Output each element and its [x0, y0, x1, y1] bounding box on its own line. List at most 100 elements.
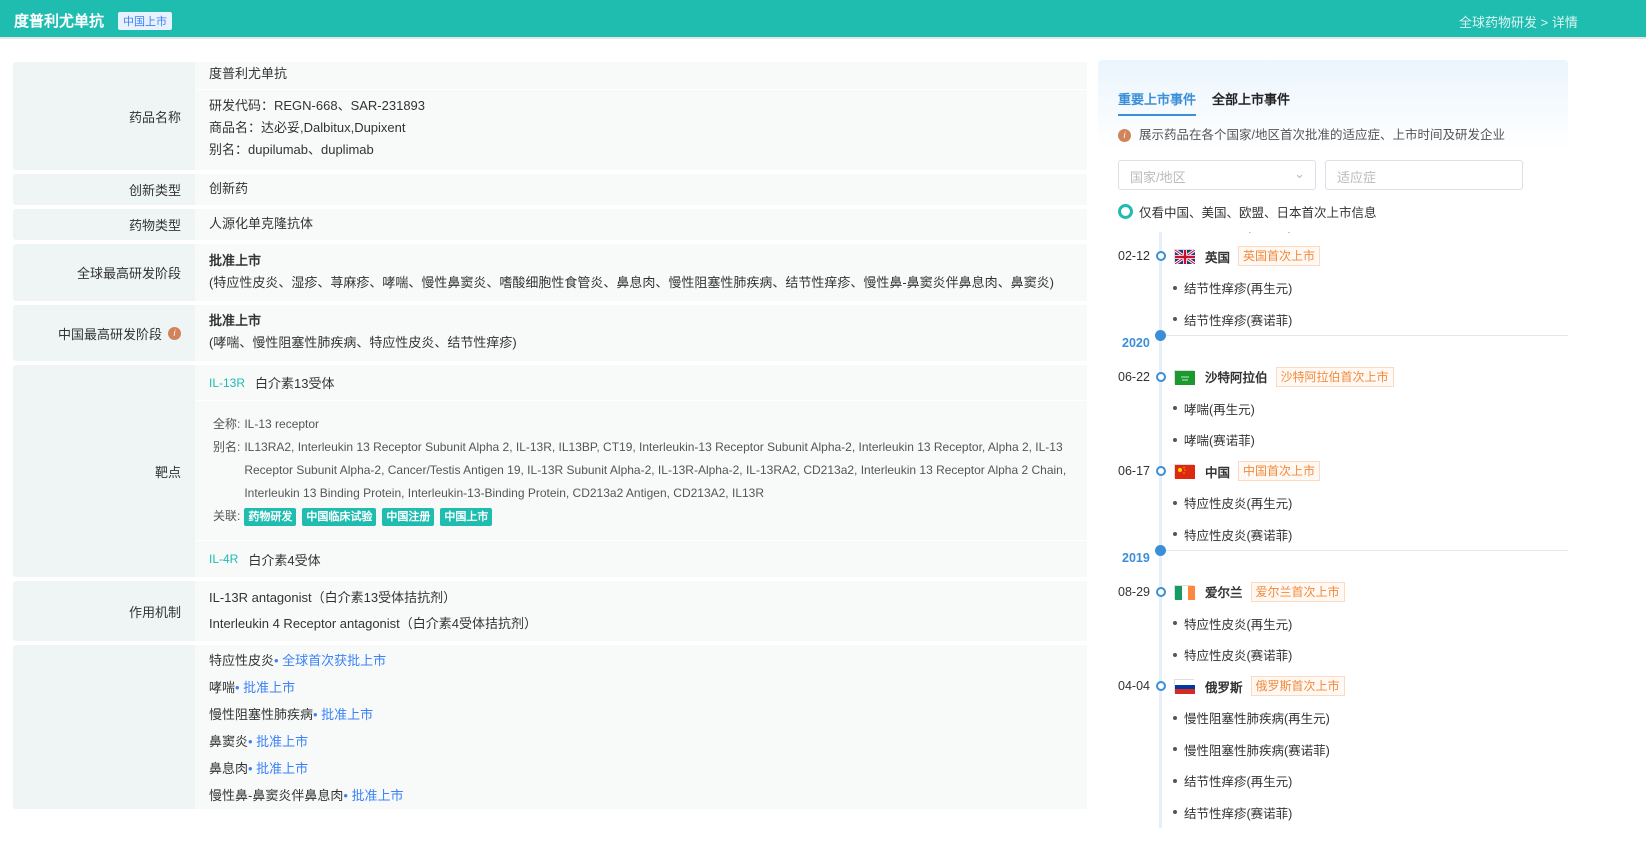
row-label: 中国最高研发阶段 i [13, 305, 195, 361]
breadcrumb[interactable]: 全球药物研发 > 详情 [1459, 12, 1578, 31]
timeline-indication: 哮喘(再生元) [1098, 393, 1568, 425]
timeline-dot-icon [1156, 586, 1166, 597]
panel-hint: i 展示药品在各个国家/地区首次批准的适应症、上市时间及研发企业 [1118, 124, 1505, 143]
year-label: 2019 [1122, 551, 1150, 565]
event-date: 06-17 [1118, 464, 1150, 479]
chevron-down-icon: ⌄ [1294, 166, 1305, 181]
country-select[interactable]: 国家/地区 ⌄ [1118, 160, 1316, 190]
indication-name: 哮喘 [209, 680, 236, 695]
row-drug-type: 药物类型 人源化单克隆抗体 [13, 209, 1087, 240]
row-label: 药物类型 [13, 209, 195, 240]
indication-item: 特应性皮炎• 全球首次获批上市 [209, 647, 1087, 674]
timeline-indication: 特应性皮炎(再生元) [1098, 487, 1568, 519]
divider [1164, 335, 1568, 336]
target-il4r: IL-4R 白介素4受体 [195, 541, 1087, 577]
target-detail: 全称: IL-13 receptor 别名: IL13RA2, Interleuki… [195, 401, 1087, 541]
top-header: 度普利尤单抗 中国上市 全球药物研发 > 详情 [0, 0, 1646, 39]
timeline[interactable]: 结节性痒疹(赛诺菲)02-12英国英国首次上市结节性痒疹(再生元)结节性痒疹(赛… [1098, 232, 1568, 844]
alias-value: IL13RA2, Interleukin 13 Receptor Subunit… [244, 440, 1067, 500]
target-code-link[interactable]: IL-4R [209, 552, 238, 566]
indication-item: 哮喘• 批准上市 [209, 674, 1087, 701]
indication-input[interactable]: 适应症 [1325, 160, 1523, 190]
ie-flag-icon [1174, 584, 1195, 600]
target-il13r: IL-13R 白介素13受体 [195, 365, 1087, 401]
target-code-link[interactable]: IL-13R [209, 376, 245, 390]
related-tag[interactable]: 中国临床试验 [302, 508, 377, 526]
first-launch-tag: 沙特阿拉伯首次上市 [1275, 366, 1394, 387]
cn-flag-icon [1174, 464, 1195, 480]
row-target: 靶点 IL-13R 白介素13受体 全称: IL-13 receptor 别名: I… [13, 365, 1087, 577]
first-launch-tag: 中国首次上市 [1238, 461, 1321, 482]
china-stage-detail: (哮喘、慢性阻塞性肺疾病、特应性皮炎、结节性痒疹) [209, 335, 517, 350]
toggle-label: 仅看中国、美国、欧盟、日本首次上市信息 [1139, 206, 1377, 220]
row-label: 创新类型 [13, 174, 195, 205]
timeline-dot-icon [1156, 681, 1166, 692]
timeline-dot-icon [1156, 466, 1166, 477]
label-text: 中国最高研发阶段 [57, 326, 162, 342]
timeline-indication: 慢性阻塞性肺疾病(再生元) [1098, 702, 1568, 734]
indication-name: 特应性皮炎 [209, 653, 275, 668]
timeline-event[interactable]: 06-17 中国 中国首次上市 [1098, 456, 1568, 488]
tab-key-events[interactable]: 重要上市事件 [1118, 89, 1197, 116]
country-label: 英国 [1205, 250, 1231, 265]
drug-title: 度普利尤单抗 [14, 13, 105, 30]
timeline-event[interactable]: 02-12 英国 英国首次上市 [1098, 241, 1568, 273]
innovation-value: 创新药 [195, 174, 1087, 205]
timeline-indication: 慢性阻塞性肺疾病(赛诺菲) [1098, 734, 1568, 766]
country-name: 爱尔兰 爱尔兰首次上市 [1205, 581, 1345, 602]
indication-status-link[interactable]: • 批准上市 [248, 761, 308, 776]
alias-key: 别名: [213, 440, 241, 454]
market-badge: 中国上市 [118, 12, 172, 30]
indication-item: 鼻窦炎• 批准上市 [209, 728, 1087, 755]
row-drug-name: 药品名称 度普利尤单抗 研发代码：REGN-668、SAR-231893 商品名… [13, 62, 1087, 170]
drug-info-table: 药品名称 度普利尤单抗 研发代码：REGN-668、SAR-231893 商品名… [13, 62, 1087, 809]
dev-code: 研发代码：REGN-668、SAR-231893 [209, 98, 426, 113]
row-mechanism: 作用机制 IL-13R antagonist（白介素13受体拮抗剂） Inter… [13, 581, 1087, 641]
timeline-event[interactable]: 06-22 沙特阿拉伯 沙特阿拉伯首次上市 [1098, 361, 1568, 393]
radio-icon[interactable] [1118, 204, 1133, 219]
mechanism-item: Interleukin 4 Receptor antagonist（白介素4受体… [209, 616, 538, 631]
indication-status-link[interactable]: • 全球首次获批上市 [274, 653, 386, 668]
row-global-stage: 全球最高研发阶段 批准上市 (特应性皮炎、湿疹、荨麻疹、哮喘、慢性鼻窦炎、嗜酸细… [13, 244, 1087, 301]
timeline-dot-icon [1156, 251, 1166, 262]
indication-name: 慢性阻塞性肺疾病 [209, 707, 314, 722]
year-label: 2020 [1122, 336, 1150, 350]
country-name: 中国 中国首次上市 [1205, 461, 1321, 482]
country-placeholder: 国家/地区 [1130, 170, 1186, 185]
indication-name: 鼻窦炎 [209, 734, 249, 749]
related-tag[interactable]: 药物研发 [244, 508, 297, 526]
target-name: 白介素4受体 [248, 552, 321, 568]
china-stage-value: 批准上市 [209, 313, 262, 328]
related-tag[interactable]: 中国上市 [440, 508, 493, 526]
target-name: 白介素13受体 [255, 376, 335, 391]
info-icon[interactable]: i [168, 326, 181, 340]
row-label: 作用机制 [13, 581, 195, 641]
ru-flag-icon [1174, 679, 1195, 695]
event-date: 02-12 [1118, 249, 1150, 264]
indication-status-link[interactable]: • 批准上市 [235, 680, 295, 695]
timeline-event[interactable]: 08-29 爱尔兰 爱尔兰首次上市 [1098, 576, 1568, 608]
full-name-value: IL-13 receptor [244, 417, 320, 431]
year-dot-icon [1155, 330, 1166, 341]
indication-status-link[interactable]: • 批准上市 [248, 734, 308, 749]
timeline-event[interactable]: 04-04 俄罗斯 俄罗斯首次上市 [1098, 671, 1568, 703]
related-tag[interactable]: 中国注册 [382, 508, 435, 526]
indication-placeholder: 适应症 [1337, 170, 1377, 185]
major-markets-toggle[interactable]: 仅看中国、美国、欧盟、日本首次上市信息 [1118, 202, 1377, 221]
tab-all-events[interactable]: 全部上市事件 [1212, 89, 1290, 116]
sa-flag-icon [1174, 369, 1195, 385]
timeline-indication: 结节性痒疹(再生元) [1098, 765, 1568, 797]
first-launch-tag: 爱尔兰首次上市 [1250, 581, 1345, 602]
indication-status-link[interactable]: • 批准上市 [343, 788, 403, 803]
country-name: 沙特阿拉伯 沙特阿拉伯首次上市 [1205, 366, 1394, 387]
timeline-indication: 结节性痒疹(再生元) [1098, 272, 1568, 304]
alias-name: 别名：dupilumab、duplimab [209, 142, 374, 157]
uk-flag-icon [1174, 249, 1196, 266]
timeline-indication: 结节性痒疹(赛诺菲) [1098, 304, 1568, 336]
row-indications: 特应性皮炎• 全球首次获批上市 哮喘• 批准上市 慢性阻塞性肺疾病• 批准上市 鼻窦炎… [13, 645, 1087, 809]
timeline-indication: 特应性皮炎(再生元) [1098, 608, 1568, 640]
market-events-panel: 重要上市事件 全部上市事件 i 展示药品在各个国家/地区首次批准的适应症、上市时间… [1098, 60, 1568, 844]
mechanism-item: IL-13R antagonist（白介素13受体拮抗剂） [209, 590, 457, 605]
country-name: 英国 英国首次上市 [1205, 246, 1321, 267]
indication-status-link[interactable]: • 批准上市 [313, 707, 373, 722]
